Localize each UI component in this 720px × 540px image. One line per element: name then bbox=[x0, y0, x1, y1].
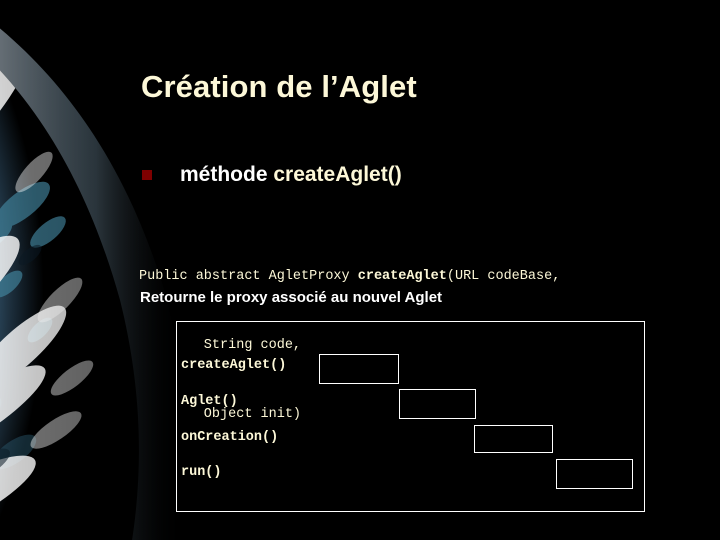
code-line-1-bold: createAglet bbox=[357, 269, 447, 284]
sequence-diagram-frame: createAglet() Aglet() onCreation() run() bbox=[176, 321, 645, 512]
diagram-step-box-2 bbox=[399, 389, 478, 421]
bullet-item: méthode createAglet() bbox=[142, 163, 402, 187]
diagram-label-1: createAglet() bbox=[181, 358, 287, 373]
code-line-1-after: (URL codeBase, bbox=[446, 269, 561, 284]
diagram-step-box-4 bbox=[556, 459, 635, 491]
diagram-step-box-1 bbox=[319, 354, 401, 386]
code-line-1: Public abstract AgletProxy createAglet(U… bbox=[139, 265, 560, 288]
caption-text: Retourne le proxy associé au nouvel Agle… bbox=[140, 289, 443, 306]
diagram-step-box-3 bbox=[474, 425, 555, 455]
slide-canvas: Création de l’Aglet méthode createAglet(… bbox=[0, 0, 720, 540]
diagram-label-3: onCreation() bbox=[181, 430, 279, 445]
bullet-text-accent: createAglet() bbox=[273, 163, 402, 186]
bullet-text: méthode createAglet() bbox=[180, 163, 402, 187]
slide-title: Création de l’Aglet bbox=[141, 69, 417, 104]
diagram-label-2: Aglet() bbox=[181, 394, 238, 409]
diagram-label-4: run() bbox=[181, 465, 222, 480]
bullet-text-plain: méthode bbox=[180, 163, 274, 186]
code-line-1-before: Public abstract AgletProxy bbox=[139, 269, 358, 284]
square-bullet-icon bbox=[142, 170, 152, 180]
